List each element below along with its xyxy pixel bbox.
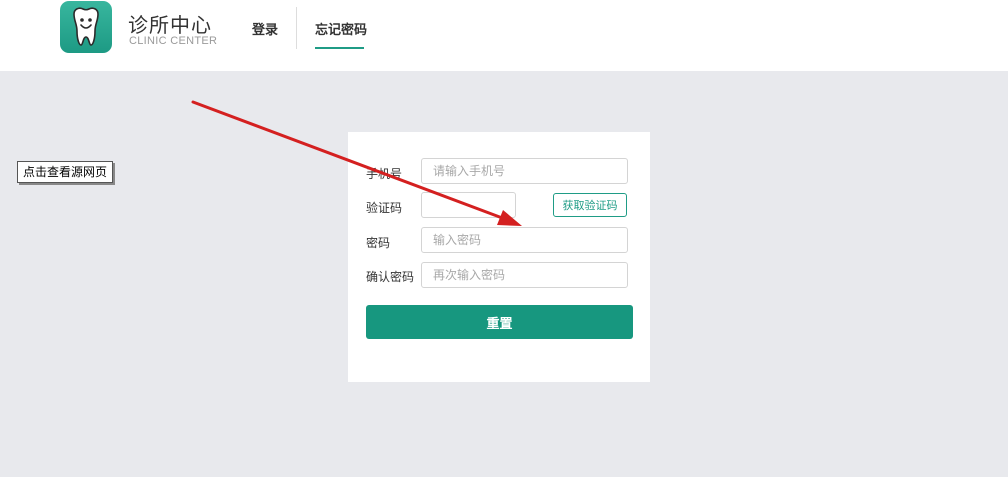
nav-divider (296, 7, 297, 49)
phone-input[interactable] (421, 158, 628, 184)
phone-label: 手机号 (366, 167, 403, 181)
code-label: 验证码 (366, 201, 403, 215)
brand-subtitle: CLINIC CENTER (129, 35, 218, 47)
confirm-password-input[interactable] (421, 262, 628, 288)
password-label: 密码 (366, 236, 391, 250)
header: 诊所中心 CLINIC CENTER 登录 忘记密码 (0, 0, 1008, 71)
code-input[interactable] (421, 192, 516, 218)
reset-password-card: 手机号 验证码 获取验证码 密码 确认密码 重置 (348, 132, 650, 382)
password-input[interactable] (421, 227, 628, 253)
get-code-button[interactable]: 获取验证码 (553, 193, 627, 217)
brand-title: 诊所中心 (128, 13, 212, 37)
tooth-icon[interactable] (60, 1, 112, 53)
reset-button[interactable]: 重置 (366, 305, 633, 339)
footer (0, 477, 1008, 493)
nav-login-link[interactable]: 登录 (252, 19, 278, 38)
page: 诊所中心 CLINIC CENTER 登录 忘记密码 点击查看源网页 手机号 验… (0, 0, 1008, 493)
view-source-button[interactable]: 点击查看源网页 (17, 161, 114, 183)
nav-forgot-password-link[interactable]: 忘记密码 (315, 19, 367, 38)
confirm-password-label: 确认密码 (366, 270, 415, 284)
active-tab-underline (315, 47, 364, 49)
